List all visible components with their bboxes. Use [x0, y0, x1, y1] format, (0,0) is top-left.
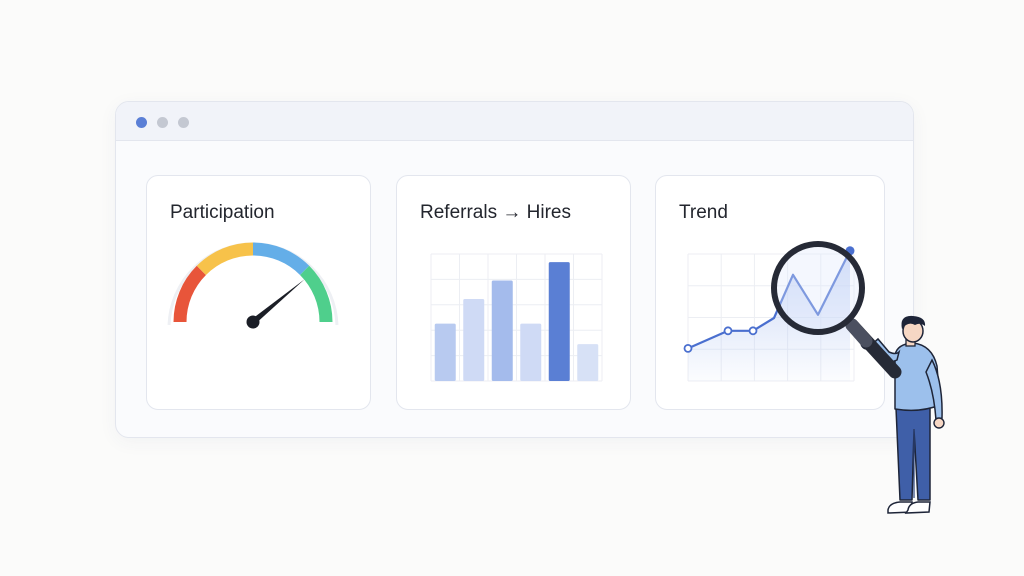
magnifying-glass-icon	[771, 241, 902, 379]
person-with-magnifier-illustration	[771, 241, 945, 514]
